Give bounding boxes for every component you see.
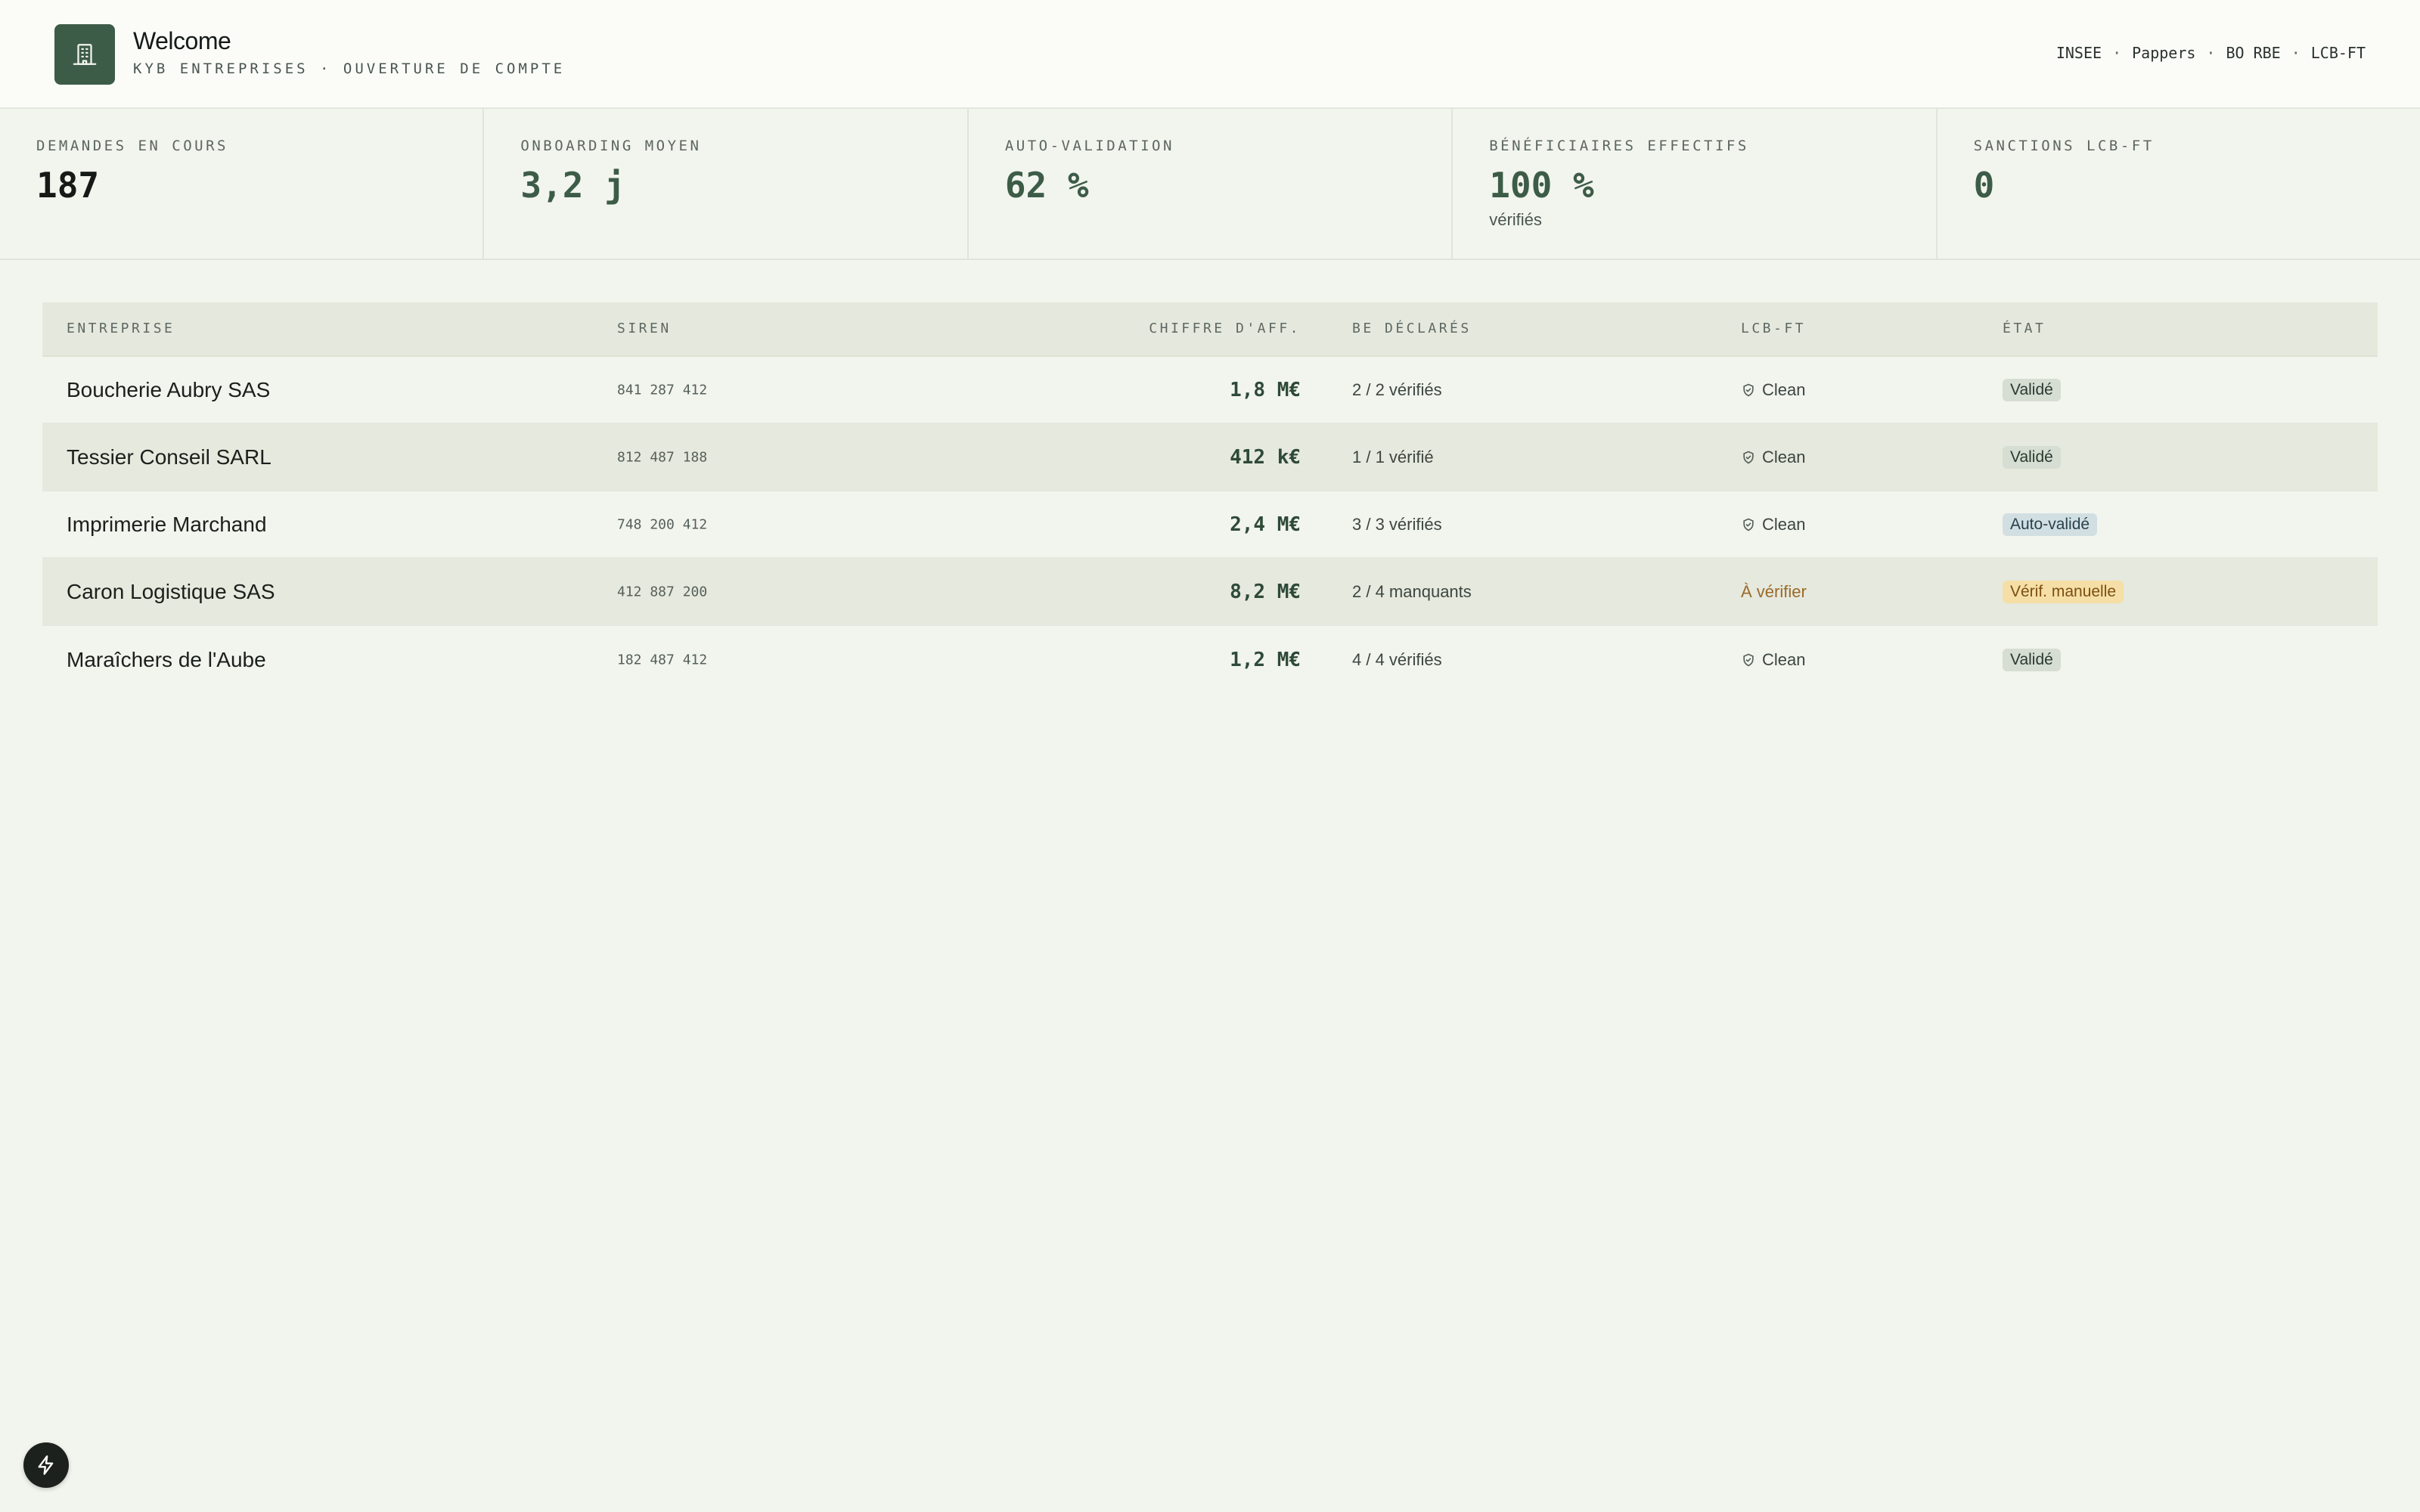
etat-cell: Auto-validé — [2003, 513, 2098, 536]
lcb-status: Clean — [1741, 515, 1805, 534]
table-row[interactable]: Maraîchers de l'Aube 182 487 412 1,2 M€ … — [42, 626, 2378, 693]
revenue-value: 2,4 M€ — [1230, 513, 1301, 536]
company-name: Caron Logistique SAS — [67, 579, 275, 603]
kpi-label: AUTO-VALIDATION — [1004, 138, 1174, 154]
column-header-lcb-ft[interactable]: LCB-FT — [1741, 321, 1806, 336]
column-header-siren[interactable]: SIREN — [617, 321, 672, 336]
lightning-button[interactable] — [23, 1442, 69, 1488]
lcb-label: À vérifier — [1741, 581, 1807, 601]
etat-cell: Validé — [2003, 378, 2061, 401]
siren-value: 412 887 200 — [617, 584, 708, 600]
column-header-be[interactable]: BE DÉCLARÉS — [1352, 321, 1472, 336]
siren-value: 182 487 412 — [617, 652, 708, 668]
source-pappers[interactable]: Pappers — [2132, 44, 2195, 62]
lcb-status: À vérifier — [1741, 582, 1807, 602]
kpi-value: 62 % — [1004, 165, 1089, 206]
etat-cell: Validé — [2003, 648, 2061, 671]
company-name: Imprimerie Marchand — [67, 512, 267, 536]
lcb-label: Clean — [1762, 514, 1806, 534]
siren-value: 841 287 412 — [617, 382, 708, 398]
status-badge: Auto-validé — [2003, 513, 2098, 536]
kpi-sanctions: SANCTIONS LCB-FT 0 — [1938, 109, 2420, 259]
status-badge: Validé — [2003, 648, 2061, 671]
siren-value: 812 487 188 — [617, 449, 708, 465]
lcb-label: Clean — [1762, 380, 1806, 399]
kpi-value: 187 — [36, 165, 100, 206]
company-name: Maraîchers de l'Aube — [67, 647, 266, 671]
column-header-etat[interactable]: ÉTAT — [2003, 321, 2046, 336]
table-row[interactable]: Boucherie Aubry SAS 841 287 412 1,8 M€ 2… — [42, 357, 2378, 424]
company-name: Boucherie Aubry SAS — [67, 377, 271, 401]
be-status: 1 / 1 vérifié — [1352, 447, 1434, 466]
shield-check-icon — [1743, 383, 1754, 396]
be-status: 2 / 2 vérifiés — [1352, 380, 1442, 399]
kpi-label: SANCTIONS LCB-FT — [1973, 138, 2155, 154]
status-badge: Validé — [2003, 445, 2061, 469]
companies-table: ENTREPRISE SIREN CHIFFRE D'AFF. BE DÉCLA… — [42, 302, 2378, 693]
kpi-value: 100 % — [1489, 165, 1594, 206]
etat-cell: Validé — [2003, 445, 2061, 469]
kpi-label: DEMANDES EN COURS — [36, 138, 228, 154]
siren-value: 748 200 412 — [617, 516, 708, 532]
lcb-label: Clean — [1762, 447, 1806, 466]
separator: · — [2206, 44, 2216, 62]
shield-check-icon — [1743, 518, 1754, 531]
lightning-icon — [38, 1455, 54, 1475]
table-row[interactable]: Tessier Conseil SARL 812 487 188 412 k€ … — [42, 424, 2378, 491]
app-title: Welcome — [133, 27, 231, 54]
revenue-value: 1,8 M€ — [1230, 378, 1301, 401]
kpi-auto-validation: AUTO-VALIDATION 62 % — [969, 109, 1454, 259]
separator: · — [2112, 44, 2122, 62]
shield-check-icon — [1743, 451, 1754, 463]
kpi-value: 0 — [1973, 165, 1995, 206]
table-row[interactable]: Caron Logistique SAS 412 887 200 8,2 M€ … — [42, 559, 2378, 626]
revenue-value: 8,2 M€ — [1230, 580, 1301, 603]
kpi-sub: vérifiés — [1489, 210, 1542, 229]
separator: · — [2291, 44, 2301, 62]
kpi-beneficiaires: BÉNÉFICIAIRES EFFECTIFS 100 % vérifiés — [1453, 109, 1938, 259]
revenue-value: 412 k€ — [1230, 445, 1301, 469]
app-subtitle: KYB ENTREPRISES · OUVERTURE DE COMPTE — [133, 60, 566, 77]
source-bo-rbe[interactable]: BO RBE — [2226, 44, 2280, 62]
building-icon — [54, 24, 115, 85]
kpi-onboarding: ONBOARDING MOYEN 3,2 j — [484, 109, 969, 259]
shield-check-icon — [1743, 653, 1754, 666]
revenue-value: 1,2 M€ — [1230, 648, 1301, 671]
column-header-entreprise[interactable]: ENTREPRISE — [67, 321, 175, 336]
lcb-status: Clean — [1741, 448, 1805, 467]
top-header: Welcome KYB ENTREPRISES · OUVERTURE DE C… — [0, 0, 2420, 109]
kpi-label: BÉNÉFICIAIRES EFFECTIFS — [1489, 138, 1749, 154]
be-status: 4 / 4 vérifiés — [1352, 649, 1442, 669]
lcb-status: Clean — [1741, 380, 1805, 400]
data-sources: INSEE · Pappers · BO RBE · LCB-FT — [2056, 44, 2366, 62]
table-row[interactable]: Imprimerie Marchand 748 200 412 2,4 M€ 3… — [42, 491, 2378, 559]
kpi-label: ONBOARDING MOYEN — [520, 138, 702, 154]
kpi-strip: DEMANDES EN COURS 187 ONBOARDING MOYEN 3… — [0, 109, 2420, 260]
etat-cell: Vérif. manuelle — [2003, 580, 2124, 603]
column-header-ca[interactable]: CHIFFRE D'AFF. — [1149, 321, 1301, 336]
be-status: 3 / 3 vérifiés — [1352, 514, 1442, 534]
kpi-demandes: DEMANDES EN COURS 187 — [0, 109, 485, 259]
status-badge: Validé — [2003, 378, 2061, 401]
source-lcb-ft[interactable]: LCB-FT — [2311, 44, 2366, 62]
be-status: 2 / 4 manquants — [1352, 581, 1472, 601]
lcb-status: Clean — [1741, 650, 1805, 670]
status-badge: Vérif. manuelle — [2003, 580, 2124, 603]
kpi-value: 3,2 j — [520, 165, 625, 206]
source-insee[interactable]: INSEE — [2056, 44, 2102, 62]
company-name: Tessier Conseil SARL — [67, 445, 271, 469]
table-header: ENTREPRISE SIREN CHIFFRE D'AFF. BE DÉCLA… — [42, 302, 2378, 357]
lcb-label: Clean — [1762, 649, 1806, 669]
